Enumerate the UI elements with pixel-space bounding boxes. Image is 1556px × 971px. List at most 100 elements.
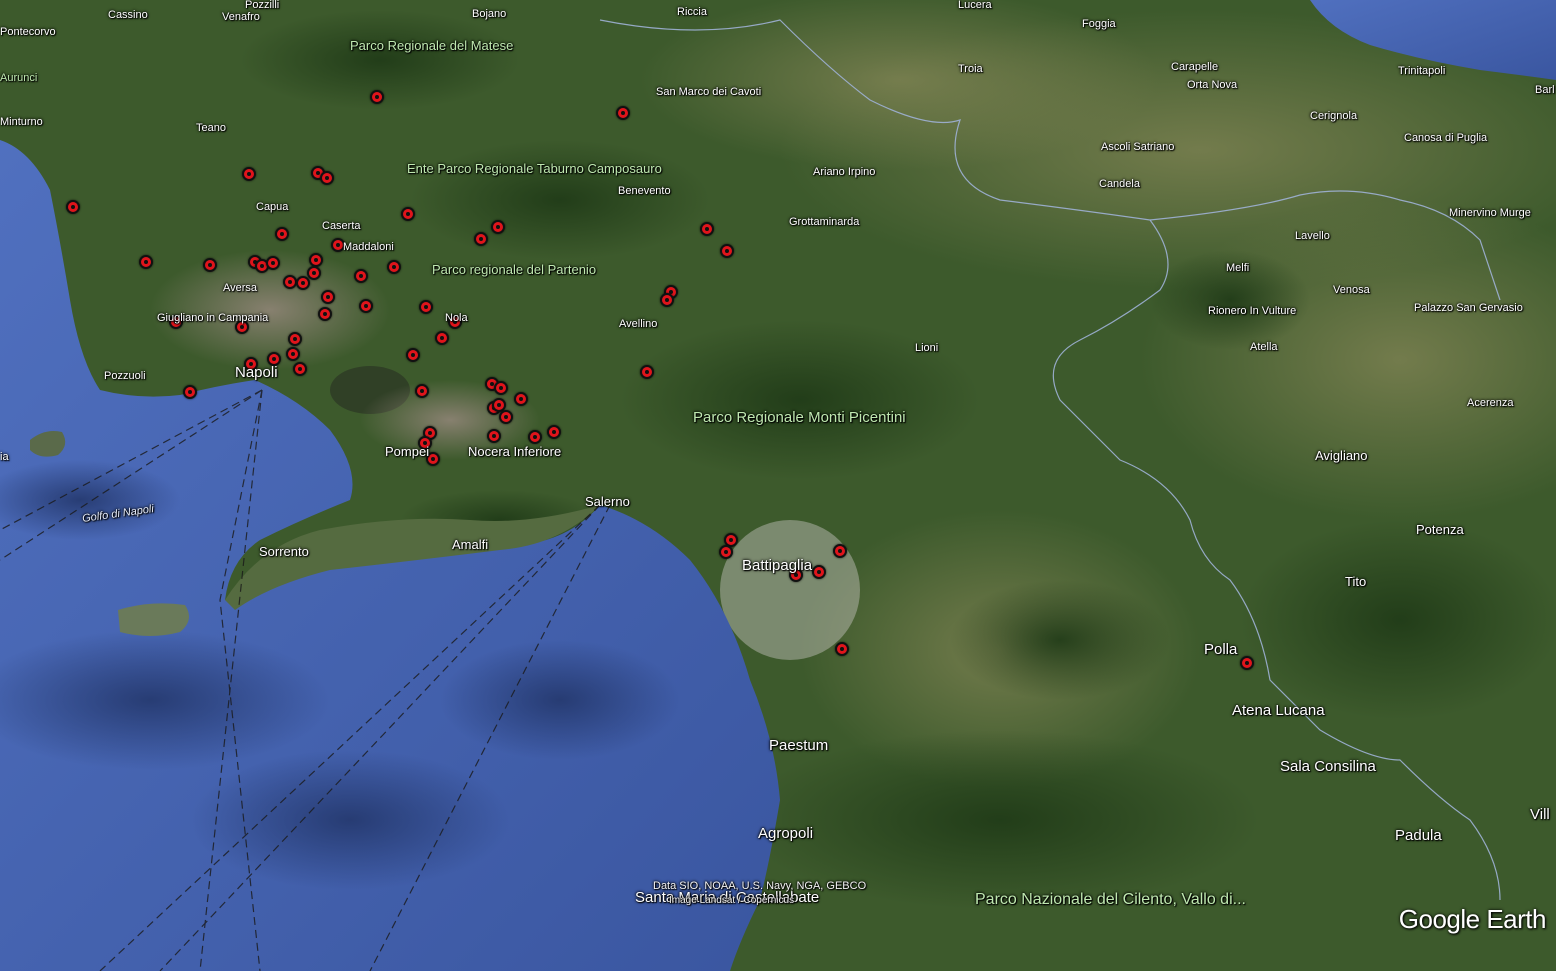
place-label: Amalfi: [452, 537, 489, 552]
place-label: Polla: [1204, 641, 1238, 658]
placemark-marker[interactable]: [415, 384, 429, 398]
place-label: Orta Nova: [1187, 79, 1238, 91]
placemark-marker[interactable]: [719, 545, 733, 559]
place-label: Maddaloni: [343, 241, 394, 253]
place-label: Grottaminarda: [789, 216, 860, 228]
placemark-marker[interactable]: [370, 90, 384, 104]
placemark-marker[interactable]: [309, 253, 323, 267]
place-label: Pompei: [385, 444, 430, 459]
place-label: Aversa: [223, 282, 258, 294]
placemark-marker[interactable]: [242, 167, 256, 181]
placemark-marker[interactable]: [66, 200, 80, 214]
placemark-marker[interactable]: [514, 392, 528, 406]
placemark-marker[interactable]: [318, 307, 332, 321]
place-label: Sorrento: [259, 544, 309, 559]
placemark-marker[interactable]: [288, 332, 302, 346]
placemark-marker[interactable]: [293, 362, 307, 376]
place-label: Paestum: [769, 737, 829, 754]
place-label: Venafro: [222, 11, 260, 23]
place-label: Battipaglia: [742, 557, 813, 574]
park-label: Parco regionale del Partenio: [432, 262, 597, 277]
placemark-marker[interactable]: [183, 385, 197, 399]
placemark-marker[interactable]: [359, 299, 373, 313]
place-label: Minturno: [0, 116, 43, 128]
place-label: Minervino Murge: [1449, 207, 1531, 219]
place-label: Aurunci: [0, 72, 38, 84]
placemark-marker[interactable]: [320, 171, 334, 185]
place-label: Lavello: [1295, 230, 1330, 242]
placemark-marker[interactable]: [435, 331, 449, 345]
place-label: Napoli: [235, 364, 278, 381]
place-label: Ascoli Satriano: [1101, 141, 1175, 153]
place-label: Acerenza: [1467, 397, 1514, 409]
placemark-marker[interactable]: [321, 290, 335, 304]
placemark-marker[interactable]: [812, 565, 826, 579]
attribution-imagery: Image Landsat / Copernicus: [669, 895, 795, 906]
place-label: Benevento: [618, 185, 671, 197]
placemark-marker[interactable]: [203, 258, 217, 272]
map-view[interactable]: Cassino Venafro Pozzilli Bojano Riccia L…: [0, 0, 1556, 971]
placemark-marker[interactable]: [286, 347, 300, 361]
placemark-marker[interactable]: [387, 260, 401, 274]
place-label: Barl: [1535, 84, 1555, 96]
place-label: Agropoli: [758, 825, 814, 842]
placemark-marker[interactable]: [491, 220, 505, 234]
placemark-marker[interactable]: [640, 365, 654, 379]
place-label: Salerno: [585, 494, 630, 509]
place-label: Capua: [256, 201, 289, 213]
place-label: Carapelle: [1171, 61, 1219, 73]
place-label: Bojano: [472, 8, 507, 20]
place-label: Riccia: [677, 6, 707, 18]
placemark-marker[interactable]: [494, 381, 508, 395]
placemark-marker[interactable]: [833, 544, 847, 558]
placemark-marker[interactable]: [419, 300, 433, 314]
placemark-marker[interactable]: [700, 222, 714, 236]
place-label: Padula: [1395, 827, 1442, 844]
place-label: Venosa: [1333, 284, 1370, 296]
placemark-marker[interactable]: [660, 293, 674, 307]
placemark-marker[interactable]: [835, 642, 849, 656]
placemark-marker[interactable]: [616, 106, 630, 120]
place-label: Nola: [445, 312, 468, 324]
placemark-marker[interactable]: [266, 256, 280, 270]
placemark-marker[interactable]: [139, 255, 153, 269]
place-label: Giugliano in Campania: [157, 312, 269, 324]
placemark-marker[interactable]: [275, 227, 289, 241]
place-label: Lioni: [915, 342, 939, 354]
attribution-data: Data SIO, NOAA, U.S. Navy, NGA, GEBCO: [653, 880, 867, 892]
placemark-marker[interactable]: [406, 348, 420, 362]
place-label: San Marco dei Cavoti: [656, 86, 762, 98]
park-label: Parco Nazionale del Cilento, Vallo di...: [975, 891, 1246, 908]
place-label: Pontecorvo: [0, 26, 56, 38]
place-label: Troia: [958, 63, 983, 75]
park-label: Parco Regionale Monti Picentini: [693, 409, 906, 426]
place-label: Atena Lucana: [1232, 702, 1325, 719]
place-label: Cassino: [108, 9, 148, 21]
placemark-marker[interactable]: [354, 269, 368, 283]
placemark-marker[interactable]: [283, 275, 297, 289]
place-label: Pozzilli: [245, 0, 280, 11]
placemark-marker[interactable]: [720, 244, 734, 258]
placemark-marker[interactable]: [499, 410, 513, 424]
place-label: Nocera Inferiore: [468, 444, 562, 459]
google-earth-logo: Google Earth: [1398, 904, 1547, 934]
place-label: Sala Consilina: [1280, 758, 1376, 775]
place-label: Pozzuoli: [104, 370, 146, 382]
place-label: Canosa di Puglia: [1404, 132, 1488, 144]
place-label: Vill: [1530, 806, 1550, 823]
placemark-marker[interactable]: [296, 276, 310, 290]
placemark-marker[interactable]: [547, 425, 561, 439]
placemark-marker[interactable]: [487, 429, 501, 443]
place-label: Cerignola: [1310, 110, 1358, 122]
place-label: Avigliano: [1315, 448, 1368, 463]
place-label: Caserta: [322, 220, 361, 232]
placemark-marker[interactable]: [474, 232, 488, 246]
place-label: ia: [0, 451, 9, 463]
placemark-marker[interactable]: [401, 207, 415, 221]
place-label: Palazzo San Gervasio: [1414, 302, 1523, 314]
placemark-marker[interactable]: [1240, 656, 1254, 670]
placemark-marker[interactable]: [528, 430, 542, 444]
place-label: Melfi: [1226, 262, 1250, 274]
placemark-marker[interactable]: [307, 266, 321, 280]
place-label: Potenza: [1416, 522, 1464, 537]
